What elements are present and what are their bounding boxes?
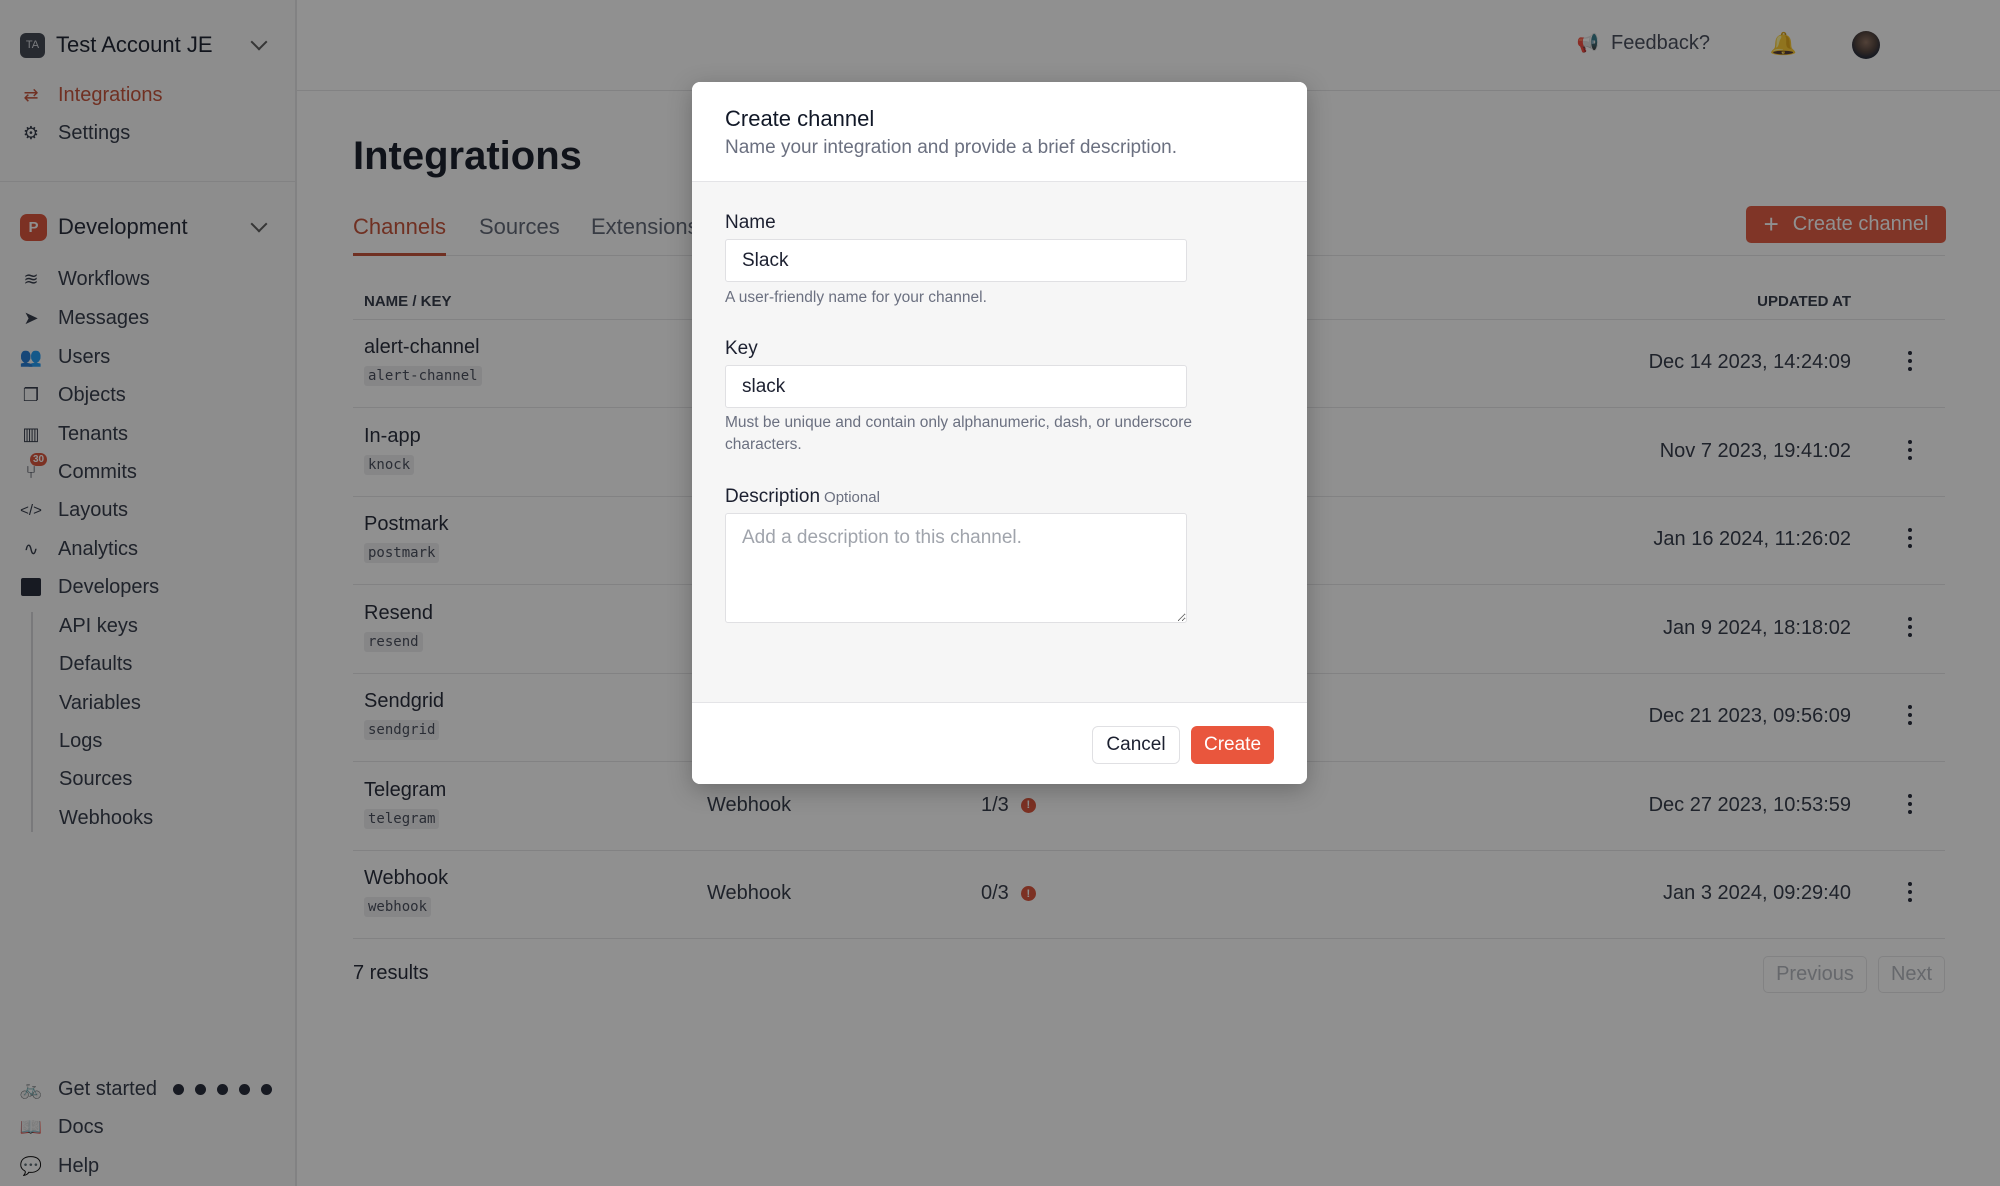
name-label: Name	[725, 212, 776, 233]
description-label-text: Description	[725, 486, 821, 507]
modal-footer: Cancel Create	[692, 702, 1307, 784]
modal-header: Create channel Name your integration and…	[692, 82, 1307, 182]
description-label: Description Optional	[725, 486, 880, 508]
optional-tag: Optional	[824, 489, 880, 506]
cancel-button[interactable]: Cancel	[1092, 726, 1180, 764]
name-input[interactable]	[725, 239, 1187, 282]
description-textarea[interactable]	[725, 513, 1187, 623]
modal-subtitle: Name your integration and provide a brie…	[725, 137, 1178, 158]
name-hint: A user-friendly name for your channel.	[725, 289, 987, 306]
create-button[interactable]: Create	[1191, 726, 1274, 764]
create-channel-modal: Create channel Name your integration and…	[692, 82, 1307, 784]
key-input[interactable]	[725, 365, 1187, 408]
key-label: Key	[725, 338, 758, 359]
modal-title: Create channel	[725, 106, 875, 131]
key-hint: Must be unique and contain only alphanum…	[725, 414, 1193, 453]
